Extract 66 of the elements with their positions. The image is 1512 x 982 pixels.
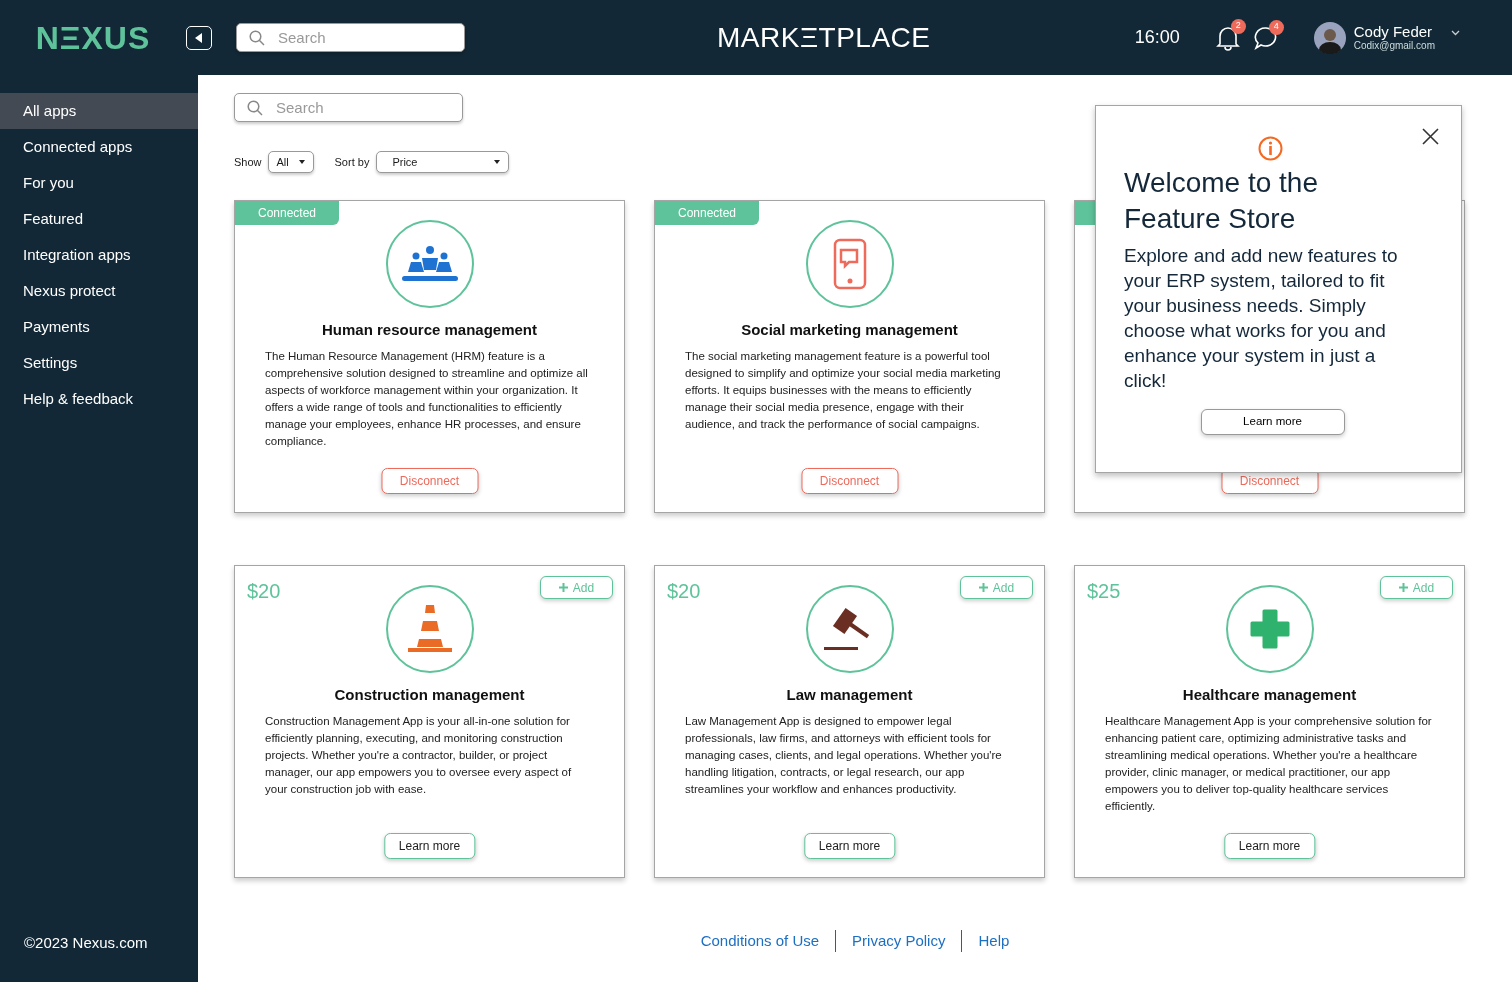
bell-icon[interactable] xyxy=(1215,24,1240,51)
time-text: 16:00 xyxy=(1134,26,1180,49)
user-email: Codix@gmail.com xyxy=(1353,39,1435,52)
caret-icon xyxy=(494,160,501,164)
count-badge: 4 xyxy=(1268,19,1284,35)
footer-link[interactable]: Privacy Policy xyxy=(836,930,962,953)
sidebar-item[interactable]: Featured xyxy=(0,201,198,237)
learn-more-button[interactable]: Learn more xyxy=(383,833,476,859)
card-title: Law management xyxy=(786,685,913,705)
show-dropdown[interactable]: All xyxy=(267,151,314,173)
price-text: $25 xyxy=(1087,579,1121,604)
popup-title: Welcome to the Feature Store xyxy=(1124,166,1320,236)
plus-icon xyxy=(1398,583,1408,592)
sidebar-item[interactable]: Payments xyxy=(0,309,198,345)
learn-more-button[interactable]: Learn more xyxy=(1223,833,1316,859)
close-icon[interactable] xyxy=(1422,128,1439,145)
card-title: Human resource management xyxy=(321,320,538,340)
count-badge: 2 xyxy=(1230,18,1246,34)
info-icon xyxy=(1258,136,1283,161)
copyright-text: ©2023 Nexus.com xyxy=(23,932,149,953)
avatar xyxy=(1313,21,1346,54)
footer-link[interactable]: Help xyxy=(962,930,1026,953)
caret-icon xyxy=(298,160,305,164)
plus-icon xyxy=(558,583,568,592)
sidebar-item[interactable]: Settings xyxy=(0,345,198,381)
card-title: Healthcare management xyxy=(1182,685,1357,705)
sort-dropdown[interactable]: Price xyxy=(376,151,510,173)
sidebar-item[interactable]: Connected apps xyxy=(0,129,198,165)
sidebar-item[interactable]: Nexus protect xyxy=(0,273,198,309)
caret-left-icon xyxy=(195,32,203,43)
card-description: Healthcare Management App is your comprehensive solution for enhancing patient care, optimizing administrative tasks and streamlining medical operations. Whether you're a healthcare provider, clinic manager, or medical practitioner, our app empowers you to deliver top-quality healthcare services efficiently. xyxy=(1104,713,1433,814)
user-name: Cody Feder xyxy=(1353,23,1434,40)
phone-icon xyxy=(832,238,867,290)
search-field[interactable]: Search xyxy=(236,23,465,52)
footer-link[interactable]: Conditions of Use xyxy=(684,930,836,953)
price-text: $20 xyxy=(247,579,281,604)
plus-icon xyxy=(978,583,988,592)
search-field[interactable]: Search xyxy=(234,93,463,122)
traffic-cone-icon xyxy=(407,605,452,653)
card-description: Law Management App is designed to empower legal professionals, law firms, and attorneys with efficient tools for managing cases, clients, and legal operations. Whether you're handling litigation, contracts, or legal research, our app streamlines your workflow and enhances productivity. xyxy=(684,713,1003,797)
status-tag: Connected xyxy=(235,201,339,225)
status-tag: Connected xyxy=(655,201,759,225)
chat-icon[interactable] xyxy=(1253,25,1278,50)
search-icon xyxy=(247,100,263,116)
price-text: $20 xyxy=(667,579,701,604)
page-title: MARKΞTPLACE xyxy=(717,20,931,55)
card-title: Social marketing management xyxy=(741,320,958,340)
card-description: The social marketing management feature is a powerful tool designed to simplify and optimize your social media marketing efforts. It equips businesses with the means to efficiently manage their social media presence, engage with their audience, and track the performance of social campaigns. xyxy=(684,348,1002,432)
people-icon xyxy=(401,244,458,284)
chevron-icon[interactable] xyxy=(1451,29,1460,36)
sidebar-item[interactable]: All apps xyxy=(0,93,198,129)
sidebar-item[interactable]: For you xyxy=(0,165,198,201)
logo: NΞXUS xyxy=(34,18,152,58)
plus-icon xyxy=(1249,609,1290,649)
popup-text: Explore and add new features to your ERP system, tailored to fit your business needs. Simply choose what works for you and enhance your system in just a click! xyxy=(1124,244,1399,393)
collapse-button[interactable] xyxy=(186,25,212,50)
card-description: The Human Resource Management (HRM) feature is a comprehensive solution designed to streamline and optimize all aspects of workforce management within your organization. It offers a wide range of tools and functionalities to efficiently manage your employees, enhance HR processes, and ensure compliance. xyxy=(264,348,589,449)
card-description: Construction Management App is your all-in-one solution for efficiently planning, executing, and monitoring construction projects. Whether you're a contractor, builder, or project manager, our app empowers you to oversee every aspect of your construction job with ease. xyxy=(264,713,573,797)
filter-label: Sort by xyxy=(334,154,370,170)
sidebar-item[interactable]: Integration apps xyxy=(0,237,198,273)
search-icon xyxy=(249,30,265,46)
learn-more-button[interactable]: Learn more xyxy=(1200,409,1345,435)
sidebar-item[interactable]: Help & feedback xyxy=(0,381,198,417)
learn-more-button[interactable]: Learn more xyxy=(803,833,896,859)
card-title: Construction management xyxy=(334,685,525,705)
filter-label: Show xyxy=(234,154,262,170)
